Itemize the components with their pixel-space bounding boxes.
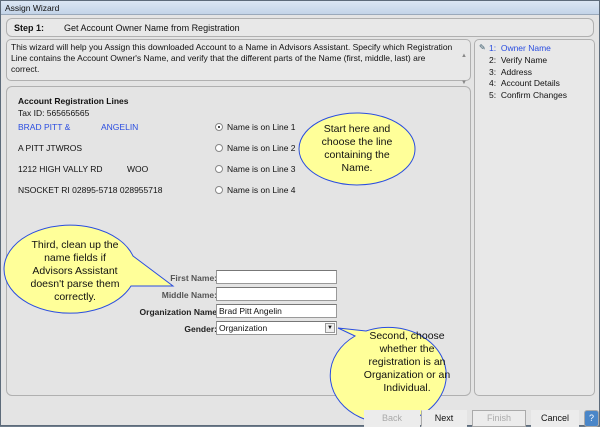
finish-button[interactable]: Finish	[472, 410, 526, 427]
assign-wizard-window: Assign Wizard Step 1: Get Account Owner N…	[0, 0, 600, 427]
next-label: Next	[434, 413, 454, 423]
back-button[interactable]: Back	[364, 410, 420, 427]
next-button[interactable]: Next	[421, 410, 467, 427]
cancel-button[interactable]: Cancel	[531, 410, 579, 427]
callout-third-text: Third, clean up the name fields if Advis…	[30, 239, 120, 303]
callout-second-text: Second, choose whether the registration …	[363, 330, 451, 394]
callouts-layer	[3, 112, 447, 424]
help-icon[interactable]: ?	[584, 410, 599, 427]
callout-start-text: Start here and choose the line containin…	[321, 123, 393, 174]
